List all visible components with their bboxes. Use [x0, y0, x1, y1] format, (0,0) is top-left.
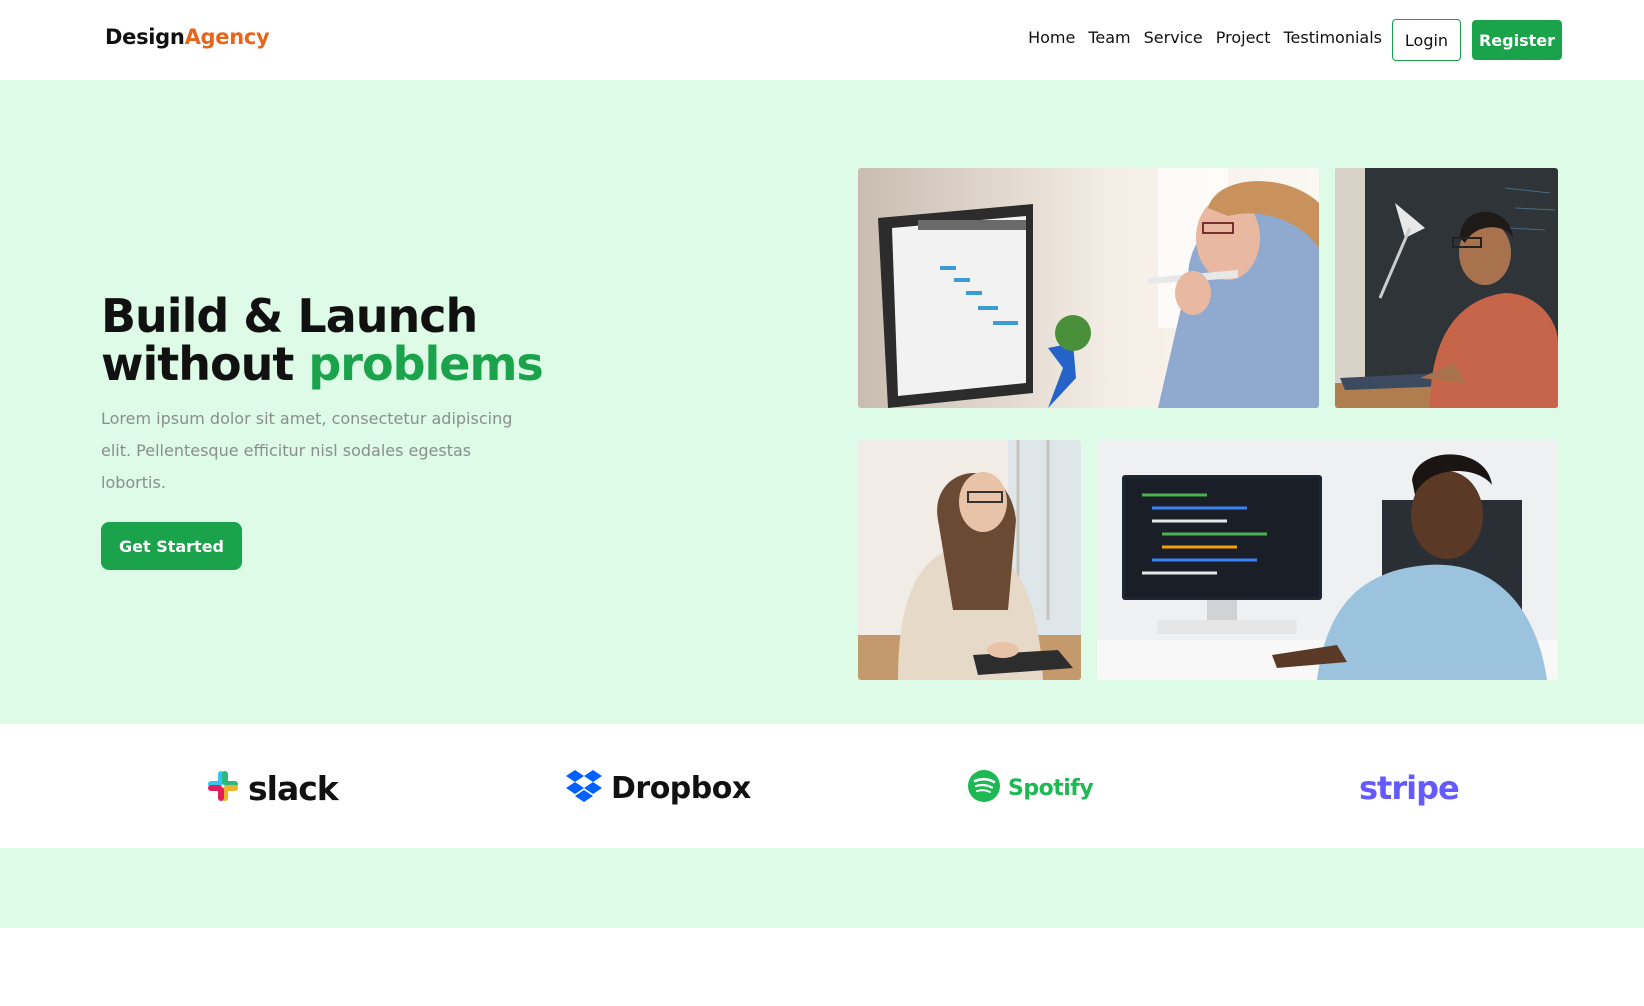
partner-logos: slack Dropbox Spotify stripe — [0, 724, 1644, 848]
nav-item-service[interactable]: Service — [1144, 28, 1203, 47]
get-started-button[interactable]: Get Started — [101, 522, 242, 570]
nav-item-testimonials[interactable]: Testimonials — [1284, 28, 1383, 47]
photo-man-code-monitor — [1097, 440, 1558, 680]
brand-name-part2: Agency — [184, 25, 270, 49]
hero-description: Lorem ipsum dolor sit amet, consectetur … — [101, 409, 513, 492]
login-button[interactable]: Login — [1392, 19, 1461, 61]
partner-spotify[interactable]: Spotify — [968, 768, 1094, 808]
brand-name-part1: Design — [105, 25, 185, 49]
partner-slack[interactable]: slack — [206, 768, 339, 808]
slack-icon — [206, 769, 240, 807]
partner-slack-label: slack — [248, 768, 339, 808]
hero-section: Build & Launch without problems Lorem ip… — [0, 80, 1644, 724]
hero-title: Build & Launch without problems — [101, 289, 544, 391]
navbar: DesignAgency Home Team Service Project T… — [0, 0, 1644, 80]
photo-woman-gantt-chart — [858, 168, 1319, 408]
hero-title-line1: Build & Launch — [101, 289, 478, 343]
partner-dropbox[interactable]: Dropbox — [565, 768, 751, 808]
hero-title-line2: without — [101, 337, 294, 391]
nav-links: Home Team Service Project Testimonials — [1028, 28, 1382, 47]
nav-item-home[interactable]: Home — [1028, 28, 1075, 47]
partner-stripe-label: stripe — [1359, 769, 1460, 807]
dropbox-icon — [565, 769, 603, 807]
partner-dropbox-label: Dropbox — [611, 770, 751, 806]
hero-title-accent: problems — [308, 337, 543, 391]
partner-stripe[interactable]: stripe — [1359, 768, 1460, 808]
partner-spotify-label: Spotify — [1008, 775, 1094, 801]
photo-man-laptop-chalkboard — [1335, 168, 1558, 408]
nav-item-team[interactable]: Team — [1088, 28, 1130, 47]
register-button[interactable]: Register — [1472, 20, 1562, 60]
photo-woman-laptop-glasses — [858, 440, 1081, 680]
nav-item-project[interactable]: Project — [1216, 28, 1271, 47]
spotify-icon — [968, 770, 1000, 806]
section-band — [0, 848, 1644, 928]
brand-logo[interactable]: DesignAgency — [105, 25, 270, 49]
